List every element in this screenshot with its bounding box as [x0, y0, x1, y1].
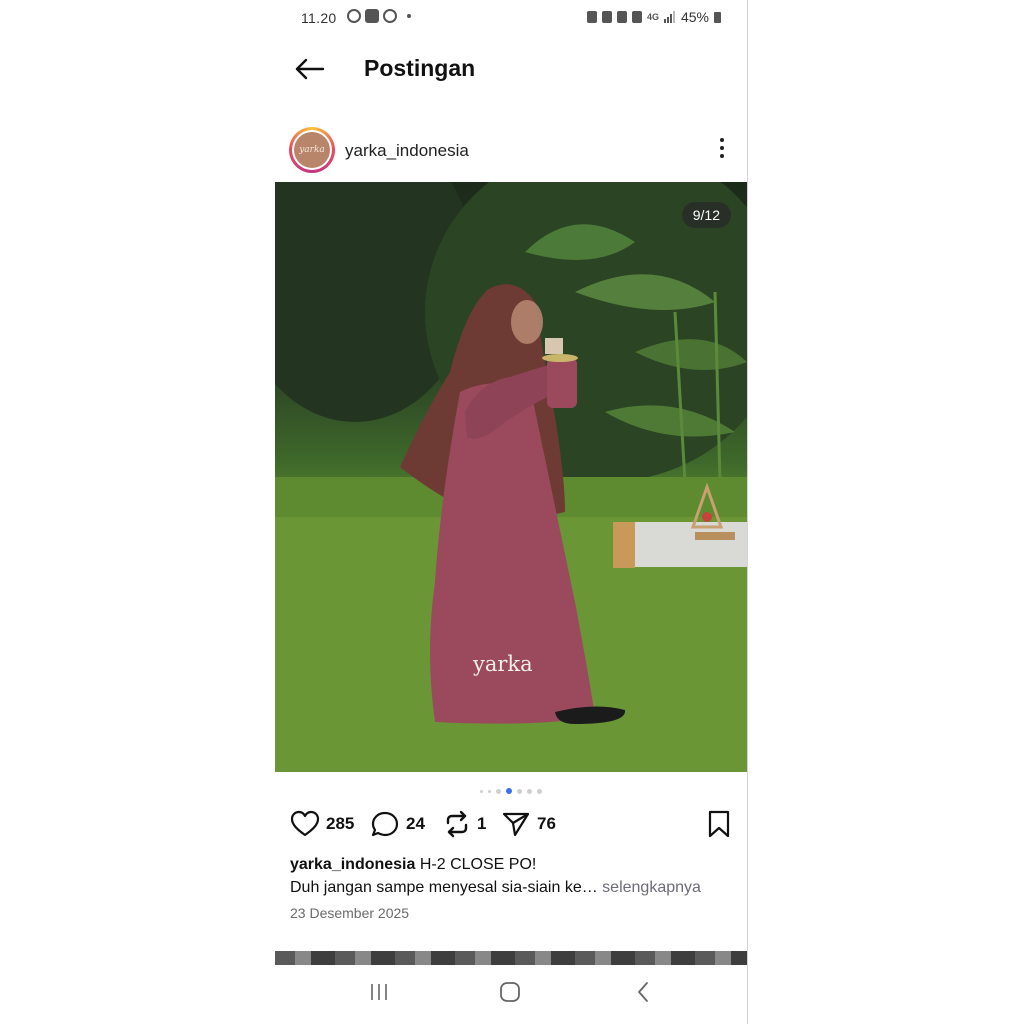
- home-icon[interactable]: [499, 981, 521, 1003]
- sim-icon: [601, 11, 612, 23]
- page-title: Postingan: [364, 55, 476, 81]
- battery-icon: [714, 11, 721, 23]
- brand-watermark: yarka: [473, 652, 533, 676]
- carousel-dot: [527, 788, 532, 794]
- heart-icon: [290, 810, 320, 837]
- carousel-dot: [537, 788, 542, 794]
- post-header: yarka yarka_indonesia: [275, 124, 747, 178]
- back-nav-icon[interactable]: [633, 981, 655, 1003]
- whatsapp-business-icon: [383, 9, 397, 23]
- send-icon: [502, 812, 530, 837]
- mute-icon: [631, 11, 642, 23]
- comment-count: 24: [406, 814, 425, 833]
- app-header: Postingan: [275, 44, 747, 96]
- app-grid-icon: [365, 9, 379, 23]
- phone-screen: 11.20 4G 45% Postingan yarka yarka_indon…: [275, 0, 748, 1024]
- repost-count: 1: [477, 814, 487, 833]
- avatar-logo: yarka: [294, 132, 330, 168]
- more-notifications-dot: [407, 14, 411, 18]
- see-more-link[interactable]: selengkapnya: [602, 879, 701, 896]
- system-navigation-bar: [275, 965, 747, 1024]
- signal-icon: [663, 11, 675, 23]
- next-post-preview[interactable]: [275, 951, 747, 965]
- status-time: 11.20: [301, 10, 337, 26]
- post-caption: yarka_indonesia H-2 CLOSE PO! Duh jangan…: [290, 853, 735, 899]
- post-photo-illustration: [275, 182, 747, 772]
- like-button[interactable]: 285: [290, 810, 354, 838]
- status-bar: 11.20 4G 45%: [275, 0, 747, 36]
- like-count: 285: [326, 814, 355, 833]
- battery-percent: 45%: [680, 9, 709, 25]
- comment-button[interactable]: 24: [370, 810, 425, 838]
- post-image[interactable]: 9/12 yarka: [275, 182, 747, 772]
- post-date: 23 Desember 2025: [290, 905, 410, 921]
- notification-icons: [347, 9, 411, 23]
- bookmark-icon[interactable]: [707, 810, 731, 838]
- more-vertical-icon[interactable]: [717, 138, 727, 162]
- carousel-dot-active: [506, 788, 512, 794]
- repost-button[interactable]: 1: [443, 810, 486, 838]
- carousel-dot: [517, 788, 522, 794]
- arrow-left-icon[interactable]: [293, 54, 327, 84]
- caption-headline: H-2 CLOSE PO!: [419, 856, 537, 873]
- network-type-label: 4G: [646, 12, 659, 22]
- alarm-icon: [616, 11, 627, 23]
- carousel-dot: [496, 788, 501, 794]
- carousel-dot: [488, 789, 491, 793]
- recent-apps-icon[interactable]: [368, 981, 390, 1003]
- repost-icon: [446, 810, 468, 838]
- carousel-dot: [480, 789, 483, 793]
- share-count: 76: [537, 814, 556, 833]
- caption-username[interactable]: yarka_indonesia: [290, 856, 415, 873]
- carousel-indicator: [275, 787, 747, 795]
- system-icons: 4G 45%: [586, 9, 721, 25]
- caption-preview: Duh jangan sampe menyesal sia-siain ke…: [290, 879, 598, 896]
- lock-icon: [586, 11, 597, 23]
- comment-icon: [371, 811, 399, 837]
- whatsapp-icon: [347, 9, 361, 23]
- share-button[interactable]: 76: [501, 810, 556, 838]
- post-username[interactable]: yarka_indonesia: [345, 141, 469, 161]
- avatar[interactable]: yarka: [289, 127, 335, 173]
- post-actions: 285 24 1 76: [275, 806, 747, 846]
- image-counter-badge: 9/12: [681, 202, 731, 228]
